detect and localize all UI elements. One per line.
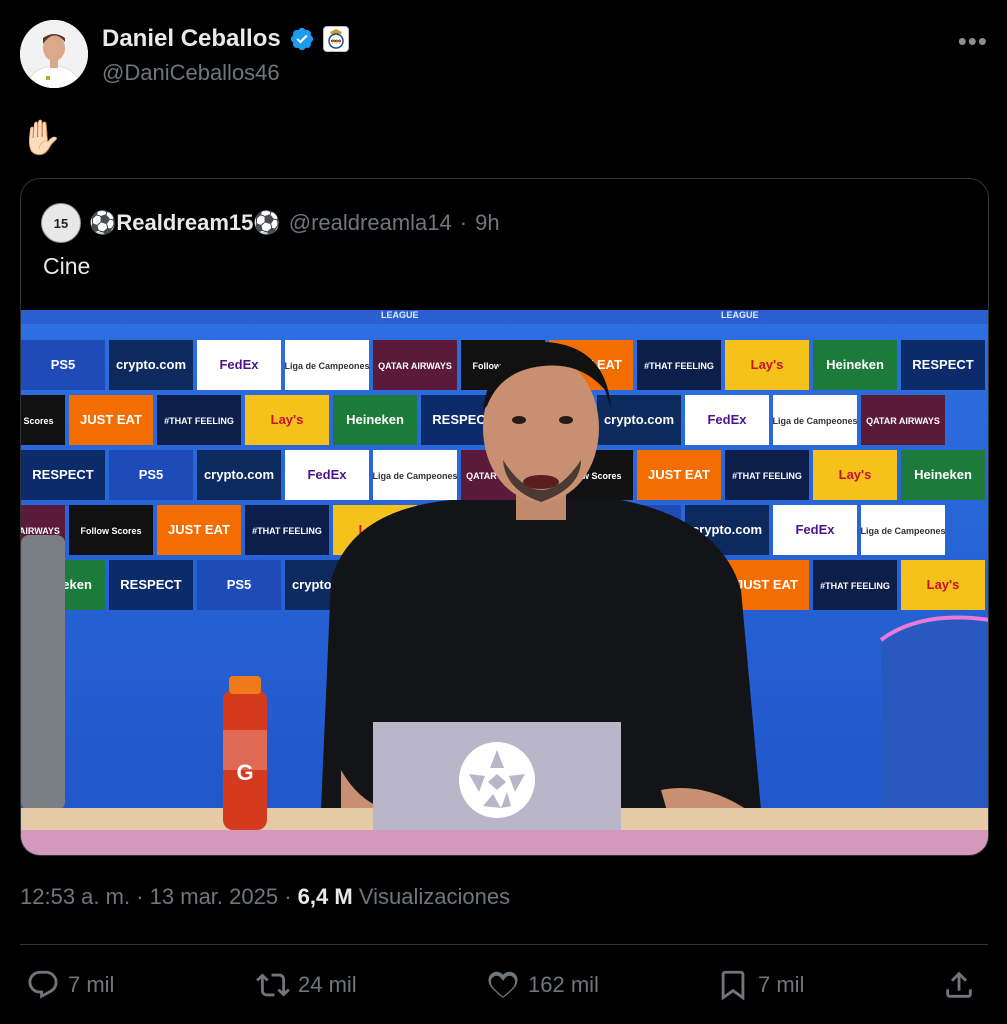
svg-text:RM: RM — [331, 39, 340, 46]
sponsor-board-label: PS5 — [139, 467, 164, 482]
tweet-date[interactable]: 13 mar. 2025 — [150, 884, 278, 909]
sponsor-board-label: #THAT FEELING — [820, 581, 890, 591]
like-icon — [488, 971, 518, 998]
sponsor-board-label: FedEx — [307, 467, 347, 482]
quoted-text: Cine — [43, 253, 91, 279]
sponsor-board-label: Lay's — [927, 577, 960, 592]
sponsor-board-label: Follow Scores — [21, 416, 54, 426]
share-icon — [946, 971, 972, 998]
repost-button[interactable]: 24 mil — [256, 968, 357, 1002]
quoted-header: 15 ⚽Realdream15⚽ @realdreamla14 · 9h — [41, 203, 500, 243]
quoted-handle[interactable]: @realdreamla14 — [289, 210, 452, 236]
sponsor-board-label: Liga de Campeones — [284, 361, 369, 371]
sponsor-board-label: #THAT FEELING — [644, 361, 714, 371]
author-name-row: Daniel Ceballos RM — [102, 24, 349, 54]
repost-count: 24 mil — [298, 972, 357, 997]
sponsor-board-label: FedEx — [219, 357, 259, 372]
tweet-text: ✋🏻 — [20, 119, 63, 157]
like-button[interactable]: 162 mil — [486, 968, 599, 1002]
quoted-tweet[interactable]: 15 ⚽Realdream15⚽ @realdreamla14 · 9h Cin… — [20, 178, 989, 856]
sponsor-board-label: QATAR AIRWAYS — [21, 526, 60, 536]
author-avatar[interactable] — [20, 20, 88, 88]
tweet-meta: 12:53 a. m. · 13 mar. 2025 · 6,4 M Visua… — [20, 884, 510, 910]
sponsor-board-label: PS5 — [227, 577, 252, 592]
bookmark-icon — [721, 970, 745, 1001]
bookmark-button[interactable]: 7 mil — [716, 968, 804, 1002]
sponsor-board-label: #THAT FEELING — [164, 416, 234, 426]
sponsor-board-label: PS5 — [51, 357, 76, 372]
sponsor-board-label: crypto.com — [116, 357, 186, 372]
sponsor-board-label: RESPECT — [912, 357, 973, 372]
quoted-avatar-number: 15 — [53, 215, 69, 231]
quoted-time[interactable]: 9h — [475, 210, 499, 236]
quoted-separator: · — [459, 210, 468, 235]
more-icon[interactable]: ••• — [958, 26, 988, 57]
sponsor-board-label: Liga de Campeones — [772, 416, 857, 426]
views-label: Visualizaciones — [358, 884, 511, 909]
meta-separator: · — [284, 884, 292, 909]
sponsor-board-label: JUST EAT — [648, 467, 710, 482]
meta-separator: · — [136, 884, 144, 909]
reply-icon — [28, 970, 58, 999]
quoted-avatar[interactable]: 15 — [41, 203, 81, 243]
author-name[interactable]: Daniel Ceballos — [102, 25, 281, 53]
author-info: Daniel Ceballos RM @DaniCeballos46 — [102, 24, 349, 86]
quoted-media-video-frame[interactable]: LEAGUE LEAGUE PS5 crypto.com FedEx Liga de … — [21, 310, 988, 855]
views-count: 6,4 M — [297, 884, 353, 909]
sponsor-board-label: Follow Scores — [80, 526, 141, 536]
sponsor-board-label: crypto.com — [204, 467, 274, 482]
sponsor-board-label: QATAR AIRWAYS — [378, 361, 452, 371]
sponsor-board-label: Liga de Campeones — [860, 526, 945, 536]
champions-league-starball-icon — [459, 742, 535, 818]
sponsor-board-label: FedEx — [795, 522, 835, 537]
sponsor-board-label: Heineken — [346, 412, 404, 427]
board-top-label-right: LEAGUE — [721, 310, 759, 320]
repost-icon — [256, 973, 290, 997]
sponsor-board-label: Lay's — [839, 467, 872, 482]
real-madrid-badge-icon[interactable]: RM — [322, 26, 349, 52]
sponsor-board-label: Lay's — [271, 412, 304, 427]
board-top-label-left: LEAGUE — [381, 310, 419, 320]
tweet-time[interactable]: 12:53 a. m. — [20, 884, 130, 909]
sponsor-board-label: JUST EAT — [80, 412, 142, 427]
action-bar: 7 mil 24 mil 162 mil 7 mil — [20, 962, 988, 1012]
verified-icon[interactable] — [289, 26, 315, 52]
sponsor-board-label: QATAR AIRWAYS — [866, 416, 940, 426]
press-conference-scene: LEAGUE LEAGUE PS5 crypto.com FedEx Liga de … — [21, 310, 988, 855]
reply-count: 7 mil — [68, 972, 115, 997]
sponsor-board-label: RESPECT — [120, 577, 181, 592]
sponsor-board-label: crypto.com — [604, 412, 674, 427]
share-button[interactable] — [942, 968, 976, 1002]
reply-button[interactable]: 7 mil — [26, 968, 114, 1002]
sponsor-board-label: FedEx — [707, 412, 747, 427]
like-count: 162 mil — [528, 972, 599, 997]
sponsor-board-label: Heineken — [826, 357, 884, 372]
sponsor-board-label: Heineken — [914, 467, 972, 482]
bookmark-count: 7 mil — [758, 972, 805, 997]
sponsor-board-label: #THAT FEELING — [732, 471, 802, 481]
author-handle[interactable]: @DaniCeballos46 — [102, 60, 349, 86]
sponsor-board-label: JUST EAT — [168, 522, 230, 537]
divider — [20, 944, 988, 945]
sponsor-board-label: #THAT FEELING — [252, 526, 322, 536]
sponsor-board-label: RESPECT — [32, 467, 93, 482]
svg-text:G: G — [236, 760, 253, 785]
sponsor-board-label: JUST EAT — [736, 577, 798, 592]
sponsor-board-label: Lay's — [751, 357, 784, 372]
tweet-header: Daniel Ceballos RM @DaniCeballos46 ••• — [20, 20, 988, 90]
sponsor-board-label: Liga de Campeones — [372, 471, 457, 481]
quoted-name[interactable]: ⚽Realdream15⚽ — [89, 210, 281, 236]
